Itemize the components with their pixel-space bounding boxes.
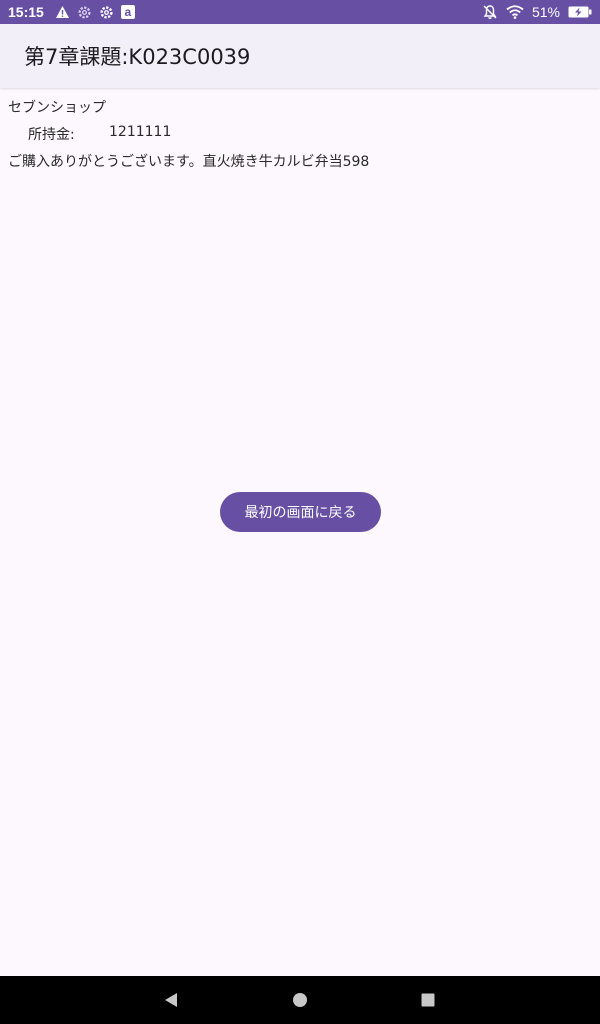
balance-label: 所持金: xyxy=(28,127,75,143)
app-bar: 第7章課題:K023C0039 xyxy=(0,24,600,88)
battery-percent: 51% xyxy=(531,4,560,20)
purchase-message: ご購入ありがとうございます。直火焼き牛カルビ弁当598 xyxy=(8,154,370,170)
shop-name: セブンショップ xyxy=(8,100,106,116)
nav-recents-button[interactable] xyxy=(398,976,458,1024)
battery-charging-icon xyxy=(568,6,592,18)
notifications-off-icon xyxy=(482,4,498,20)
nav-home-button[interactable] xyxy=(270,976,330,1024)
home-circle-icon xyxy=(293,993,307,1007)
amazon-icon: a xyxy=(120,5,135,19)
gear-icon xyxy=(99,5,114,20)
back-triangle-icon xyxy=(165,993,177,1007)
app-screen: 15:15 a 51% 第7章課題:K023C0039 セブンショップ 所持金:… xyxy=(0,0,600,1024)
app-title: 第7章課題:K023C0039 xyxy=(24,45,251,69)
status-time: 15:15 xyxy=(8,4,44,20)
navigation-bar xyxy=(0,976,600,1024)
warning-icon xyxy=(55,5,70,19)
status-bar-right: 51% xyxy=(482,4,592,20)
nav-back-button[interactable] xyxy=(141,976,201,1024)
wifi-icon xyxy=(506,5,524,19)
recents-square-icon xyxy=(421,993,435,1007)
balance-value: 1211111 xyxy=(109,124,172,140)
status-bar-left: 15:15 a xyxy=(8,4,135,20)
status-bar: 15:15 a 51% xyxy=(0,0,600,24)
settings-gear-icon xyxy=(77,5,92,20)
back-to-start-button[interactable]: 最初の画面に戻る xyxy=(220,492,381,532)
